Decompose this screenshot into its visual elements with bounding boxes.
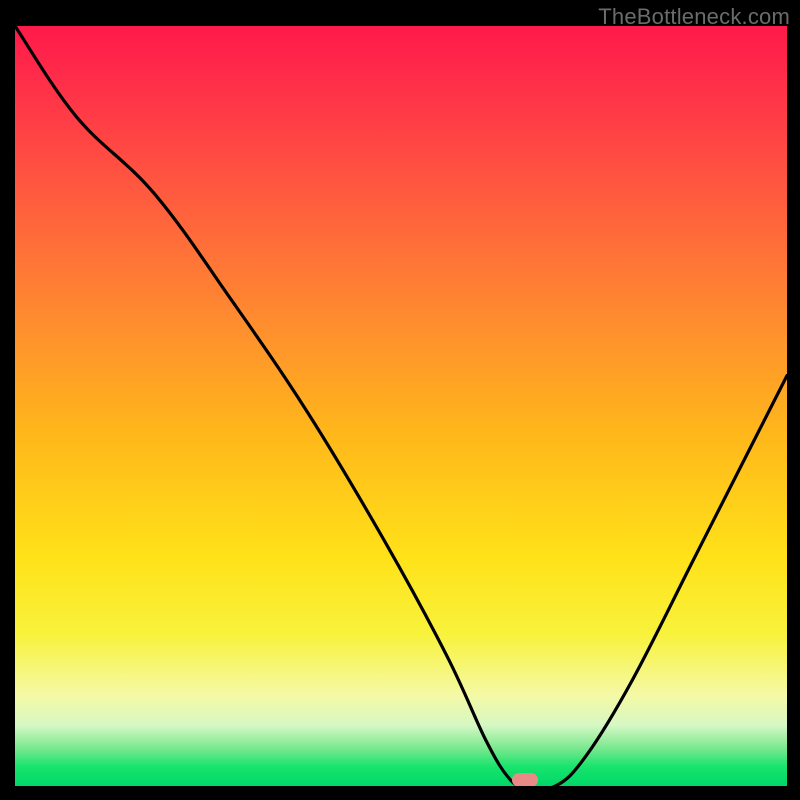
curve-path [15, 26, 787, 786]
optimum-marker [512, 773, 538, 786]
plot-area [15, 26, 787, 786]
bottleneck-curve [15, 26, 787, 786]
chart-frame: TheBottleneck.com [0, 0, 800, 800]
watermark-text: TheBottleneck.com [598, 4, 790, 30]
